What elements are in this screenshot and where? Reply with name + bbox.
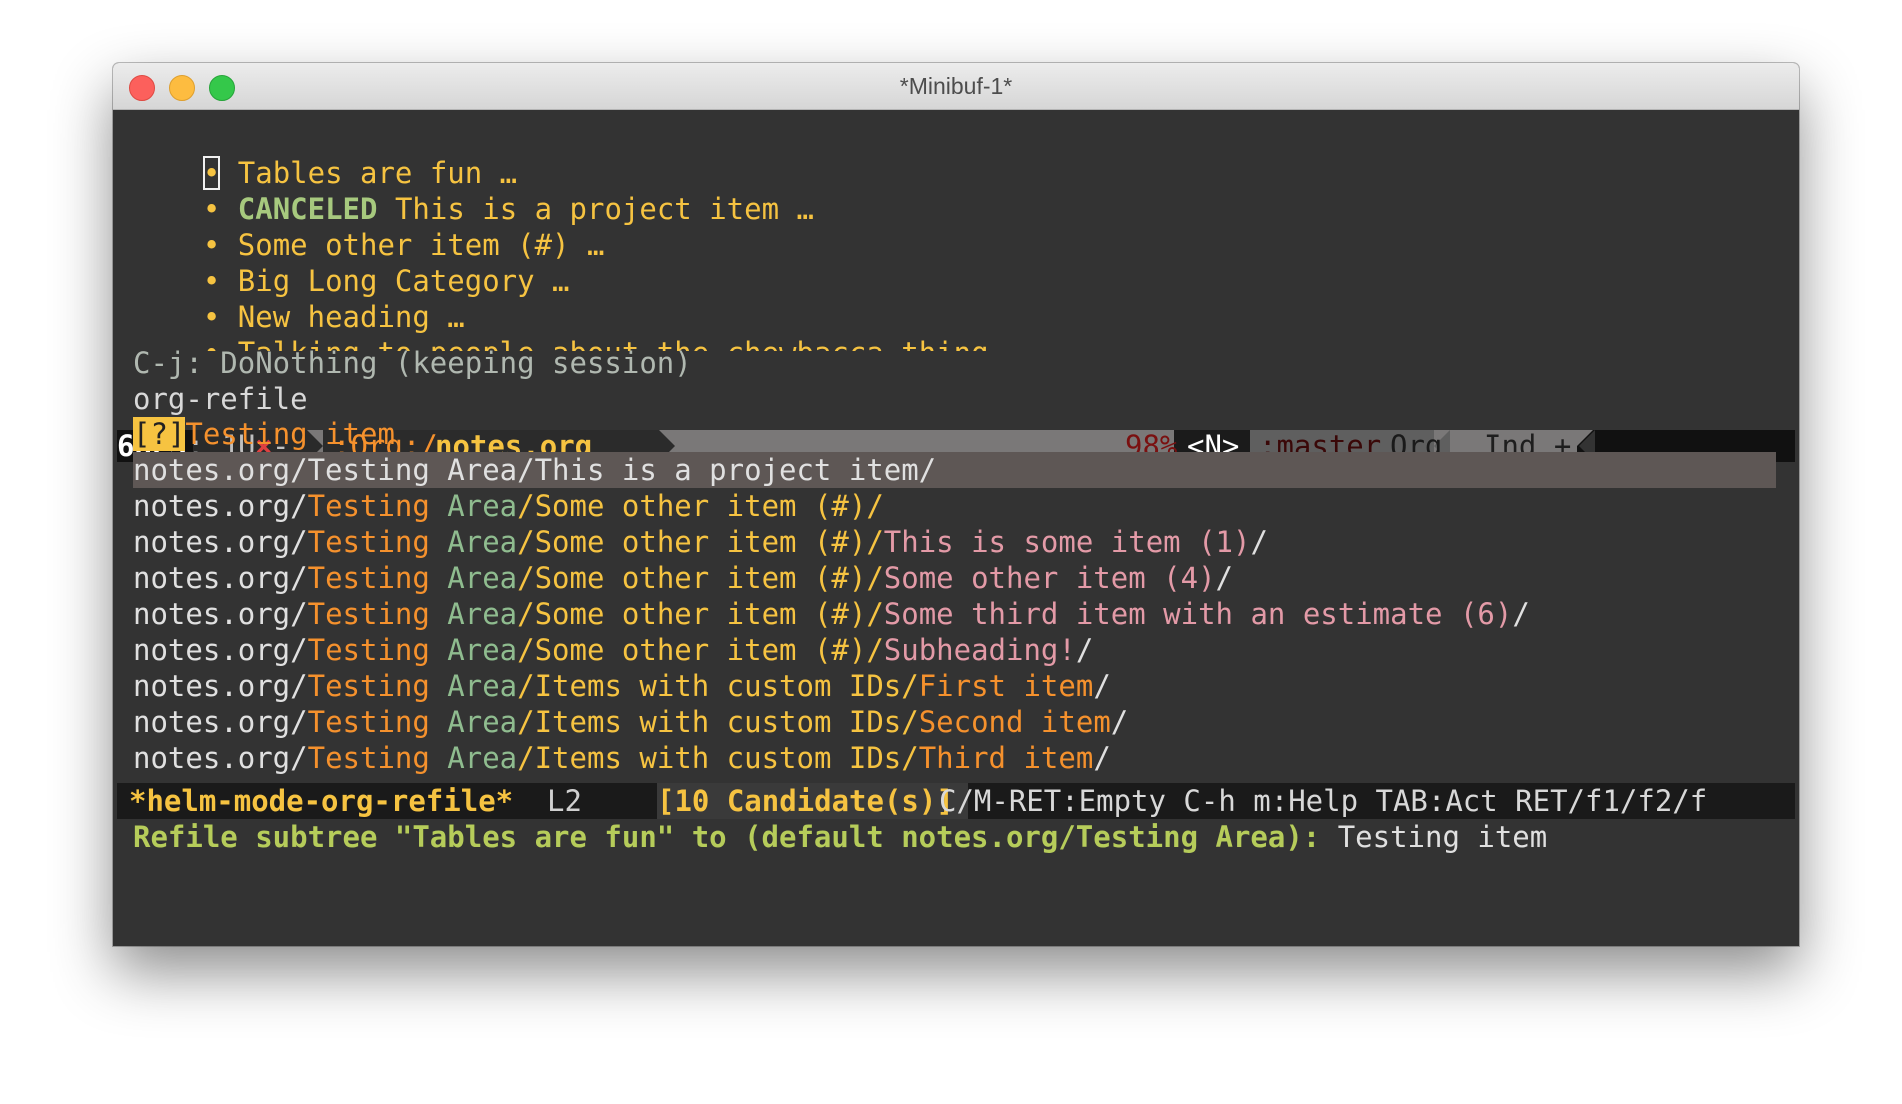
minibuffer-input[interactable]: Testing item <box>1320 820 1548 854</box>
cand-seg4: Subheading! <box>883 633 1076 667</box>
helm-candidate[interactable]: notes.org/Testing Area/Some other item (… <box>133 560 1233 596</box>
new-marker: [?] <box>133 417 186 451</box>
cand-end: / <box>1110 705 1129 739</box>
cand-seg1: Testing <box>307 741 430 775</box>
cand-end: / <box>1093 669 1111 703</box>
cand-file: notes.org/ <box>133 525 308 559</box>
cand-seg4: Third item <box>918 741 1094 775</box>
helm-candidate[interactable]: notes.org/Testing Area/Some other item (… <box>133 632 1093 668</box>
helm-candidate-count: [10 Candidate(s)] <box>657 783 968 819</box>
cand-seg2: Area <box>429 669 518 703</box>
cand-seg1: Testing <box>307 597 430 631</box>
cand-seg2: Area <box>429 633 518 667</box>
cand-seg3: /Some other item (#)/ <box>517 561 884 595</box>
cand-file: notes.org/ <box>133 597 308 631</box>
cand-end: / <box>1093 741 1111 775</box>
helm-key-hints: C/M-RET:Empty C-h m:Help TAB:Act RET/f1/… <box>939 784 1708 818</box>
cand-file: notes.org/ <box>133 633 308 667</box>
cand-seg3: /Some other item (#)/ <box>517 525 884 559</box>
helm-candidate-selected[interactable]: notes.org/Testing Area/This is a project… <box>133 452 936 488</box>
candidate-text: notes.org/Testing Area/This is a project… <box>133 453 937 487</box>
helm-line-indicator: L2 <box>547 784 582 818</box>
cand-seg2: Area <box>429 561 518 595</box>
cand-seg4: Some third item with an estimate (6) <box>883 597 1513 631</box>
cand-file: notes.org/ <box>133 561 308 595</box>
cand-seg4: Second item <box>918 705 1111 739</box>
cand-seg3: /Some other item (#)/ <box>517 633 884 667</box>
cand-seg2: Area <box>429 741 518 775</box>
helm-new-candidate[interactable]: [?]Testing item <box>133 416 395 452</box>
cand-seg2: Area <box>429 525 518 559</box>
cand-file: notes.org/ <box>133 489 308 523</box>
window-title: *Minibuf-1* <box>899 73 1013 99</box>
cand-seg3: /Items with custom IDs/ <box>517 669 919 703</box>
cand-seg2: Area <box>429 489 518 523</box>
cand-seg1: Testing <box>307 705 430 739</box>
cand-seg2: Area <box>429 597 518 631</box>
cand-seg1: Testing <box>307 525 430 559</box>
helm-candidate[interactable]: notes.org/Testing Area/Some other item (… <box>133 524 1268 560</box>
cand-seg1: Testing <box>307 561 430 595</box>
cand-seg1: Testing <box>307 633 430 667</box>
title-bar: *Minibuf-1* <box>113 63 1799 110</box>
cand-end: / <box>1250 525 1268 559</box>
cand-end: / <box>1075 633 1094 667</box>
cand-seg1: Testing <box>307 489 430 523</box>
helm-candidate[interactable]: notes.org/Testing Area/Items with custom… <box>133 668 1111 704</box>
new-candidate-text: Testing item <box>185 417 395 451</box>
cand-file: notes.org/ <box>133 669 308 703</box>
cand-seg3: /Some other item (#)/ <box>517 489 884 523</box>
minibuffer[interactable]: Refile subtree "Tables are fun" to (defa… <box>133 819 1547 855</box>
helm-candidate[interactable]: notes.org/Testing Area/Items with custom… <box>133 740 1111 776</box>
cand-seg2: Area <box>429 705 518 739</box>
helm-list[interactable]: [?]Testing item notes.org/Testing Area/T… <box>113 109 1799 946</box>
helm-mode-line: *helm-mode-org-refile* L2 [10 Candidate(… <box>117 783 1795 819</box>
minibuffer-prompt: Refile subtree "Tables are fun" to (defa… <box>133 820 1321 854</box>
helm-candidate[interactable]: notes.org/Testing Area/Some other item (… <box>133 596 1530 632</box>
cand-end: / <box>1215 561 1233 595</box>
helm-candidate[interactable]: notes.org/Testing Area/Some other item (… <box>133 488 884 524</box>
cand-seg4: First item <box>918 669 1094 703</box>
cand-seg3: /Some other item (#)/ <box>517 597 884 631</box>
cand-seg3: /Items with custom IDs/ <box>517 705 919 739</box>
cand-end: / <box>1512 597 1530 631</box>
helm-candidate[interactable]: notes.org/Testing Area/Items with custom… <box>133 704 1128 740</box>
cand-file: notes.org/ <box>133 741 308 775</box>
cand-seg4: This is some item (1) <box>883 525 1251 559</box>
cand-seg3: /Items with custom IDs/ <box>517 741 919 775</box>
cand-seg4: Some other item (4) <box>883 561 1216 595</box>
cand-file: notes.org/ <box>133 705 308 739</box>
helm-buffer-name: *helm-mode-org-refile* <box>129 784 514 818</box>
cand-seg1: Testing <box>307 669 430 703</box>
